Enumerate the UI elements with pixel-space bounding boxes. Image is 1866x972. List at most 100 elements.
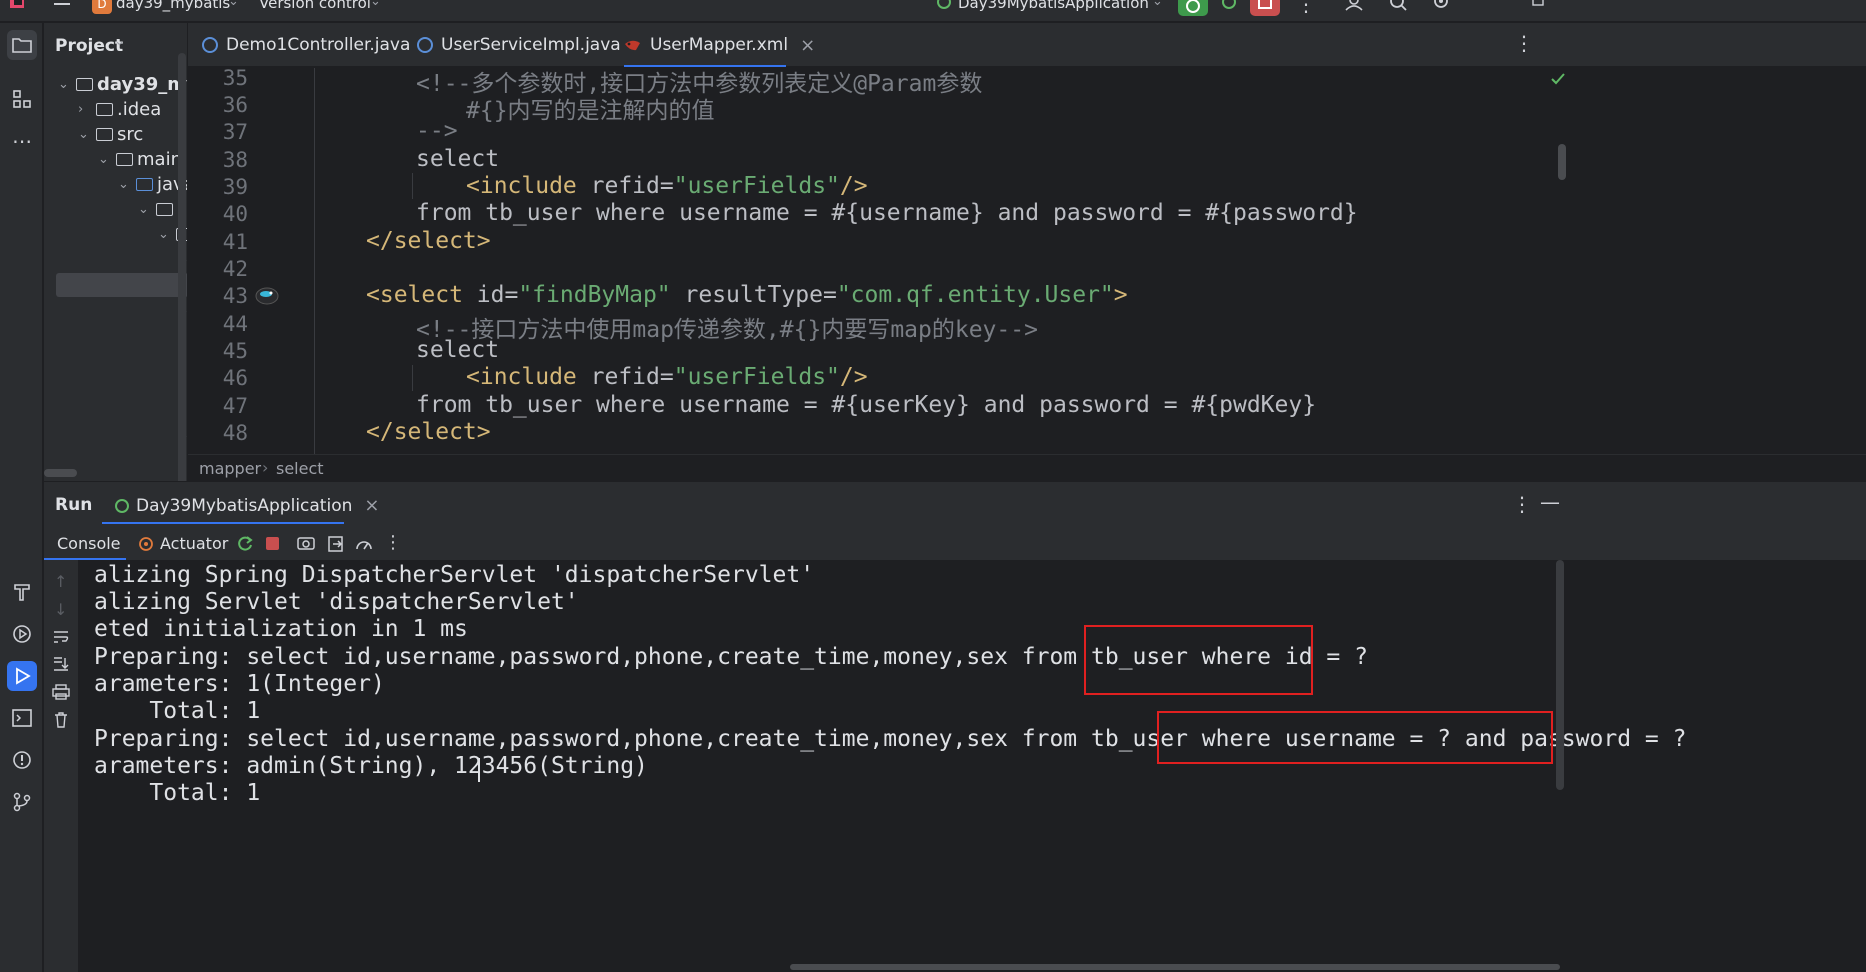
terminal-icon[interactable] <box>7 703 37 733</box>
close-tab-icon[interactable]: × <box>364 495 379 516</box>
hide-panel-icon[interactable]: — <box>1540 490 1560 514</box>
minimize-window-icon[interactable] <box>1484 0 1498 6</box>
chevron-right-icon[interactable]: › <box>78 102 96 117</box>
run-config-selector[interactable]: Day39MybatisApplication <box>958 0 1149 12</box>
chevron-down-icon[interactable]: ⌄ <box>114 34 125 49</box>
git-branch-icon[interactable] <box>7 787 37 817</box>
source-folder-icon <box>136 177 153 191</box>
problems-icon[interactable] <box>7 745 37 775</box>
chevron-down-icon[interactable]: ⌄ <box>228 0 239 9</box>
code-line-39: <include refid="userFields"/> <box>466 173 868 199</box>
tree-item-main[interactable]: ⌄ main <box>98 147 182 171</box>
soft-wrap-icon[interactable] <box>52 630 70 644</box>
line-number: 36 <box>222 93 248 117</box>
tree-selected-row[interactable] <box>56 273 187 297</box>
console-line: Total: 1 <box>94 698 261 724</box>
clear-trash-icon[interactable] <box>52 711 70 729</box>
tree-item-label: src <box>117 123 144 145</box>
code-line-38: select <box>416 146 500 172</box>
console-side-toolbar: ↑ ↓ <box>44 560 78 972</box>
structure-icon[interactable] <box>7 84 37 114</box>
mybatis-bird-gutter-icon[interactable] <box>254 284 280 308</box>
tab-userserviceimpl[interactable]: UserServiceImpl.java <box>417 23 621 67</box>
print-icon[interactable] <box>52 684 70 700</box>
chevron-right-icon: › <box>262 458 269 477</box>
camera-icon[interactable] <box>297 535 315 551</box>
stop-button[interactable] <box>1250 0 1280 16</box>
search-icon[interactable] <box>1388 0 1410 12</box>
actuator-icon <box>138 536 154 552</box>
more-tools-icon[interactable]: ⋯ <box>7 126 37 156</box>
project-name[interactable]: day39_mybatis <box>116 0 230 12</box>
code-editor[interactable]: 35 36 37 38 39 40 41 42 43 44 45 46 47 4… <box>188 68 1866 454</box>
tab-usermapper-xml[interactable]: UserMapper.xml × <box>624 23 815 67</box>
project-panel-title[interactable]: Project <box>55 36 123 56</box>
console-output[interactable]: alizing Spring DispatcherServlet 'dispat… <box>78 560 1866 972</box>
line-number: 46 <box>222 366 248 390</box>
folder-icon <box>76 77 93 91</box>
tab-console[interactable]: Console <box>44 526 126 561</box>
main-menu-icon[interactable] <box>52 0 72 10</box>
chevron-down-icon[interactable]: ⌄ <box>370 0 381 9</box>
project-badge: D <box>92 0 112 14</box>
breadcrumb-item-mapper[interactable]: mapper <box>199 459 261 478</box>
editor-scrollbar-thumb[interactable] <box>1558 144 1566 180</box>
tree-item-idea[interactable]: › .idea <box>78 97 161 121</box>
console-line: arameters: 1(Integer) <box>94 671 385 697</box>
more-actions-icon[interactable]: ⋮ <box>1296 0 1316 16</box>
scroll-up-arrow-icon[interactable]: ↑ <box>54 572 67 591</box>
restore-window-icon[interactable] <box>1532 0 1546 8</box>
run-tool-icon[interactable] <box>7 661 37 691</box>
tree-horizontal-scrollbar[interactable] <box>44 469 77 477</box>
console-tab-label: Console <box>57 534 121 553</box>
add-user-icon[interactable] <box>1344 0 1368 12</box>
console-horizontal-scrollbar[interactable] <box>790 964 1560 970</box>
chevron-down-icon[interactable]: ⌄ <box>1152 0 1163 9</box>
build-hammer-icon[interactable] <box>7 577 37 607</box>
vcs-menu[interactable]: Version control <box>259 0 371 12</box>
tab-actions-icon[interactable]: ⋮ <box>1514 31 1534 55</box>
chevron-down-icon[interactable]: ⌄ <box>98 152 116 167</box>
chevron-down-icon[interactable]: ⌄ <box>138 202 156 217</box>
chevron-down-icon[interactable]: ⌄ <box>58 77 76 92</box>
tab-demo1controller[interactable]: Demo1Controller.java <box>202 23 410 67</box>
run-panel-title: Run <box>55 495 93 515</box>
chevron-down-icon[interactable]: ⌄ <box>118 177 136 192</box>
project-folder-icon[interactable] <box>7 30 37 60</box>
debug-icon[interactable] <box>1218 0 1240 12</box>
tab-run-config[interactable]: Day39MybatisApplication × <box>114 495 379 516</box>
tree-item-root[interactable]: ⌄ day39_myba <box>58 72 187 96</box>
run-panel-options-icon[interactable]: ⋮ <box>1512 492 1532 516</box>
stop-icon[interactable] <box>266 537 279 550</box>
export-icon[interactable] <box>327 535 345 553</box>
line-number: 44 <box>222 312 248 336</box>
console-line: alizing Spring DispatcherServlet 'dispat… <box>94 562 815 588</box>
breadcrumb-item-select[interactable]: select <box>276 459 324 478</box>
java-class-icon <box>202 37 218 53</box>
services-icon[interactable] <box>7 619 37 649</box>
console-vertical-scrollbar[interactable] <box>1556 560 1564 790</box>
chevron-down-icon[interactable]: ⌄ <box>158 227 176 242</box>
close-tab-icon[interactable]: × <box>800 35 815 56</box>
more-console-actions-icon[interactable]: ⋮ <box>384 532 402 553</box>
rerun-button[interactable] <box>1178 0 1208 16</box>
active-tab-indicator <box>102 522 344 524</box>
tree-item-src[interactable]: ⌄ src <box>78 122 143 146</box>
settings-gear-icon[interactable] <box>1430 0 1452 12</box>
code-line-41: </select> <box>366 228 491 254</box>
rerun-icon[interactable] <box>236 535 254 553</box>
chevron-down-icon[interactable]: ⌄ <box>78 127 96 142</box>
scroll-down-arrow-icon[interactable]: ↓ <box>54 600 67 619</box>
app-logo-icon <box>8 0 28 10</box>
tab-actuator[interactable]: Actuator <box>138 534 228 553</box>
no-problems-check-icon[interactable] <box>1550 72 1566 86</box>
code-line-45: select <box>416 337 500 363</box>
active-tab-indicator <box>624 65 786 67</box>
dashboard-icon[interactable] <box>355 535 373 553</box>
console-line: arameters: admin(String), 123456(String) <box>94 753 648 779</box>
console-line: Total: 1 <box>94 780 261 806</box>
scroll-to-end-icon[interactable] <box>52 656 70 672</box>
tree-scrollbar[interactable] <box>178 53 186 493</box>
tree-item-label: day39_myba <box>97 73 187 95</box>
line-number: 45 <box>222 339 248 363</box>
